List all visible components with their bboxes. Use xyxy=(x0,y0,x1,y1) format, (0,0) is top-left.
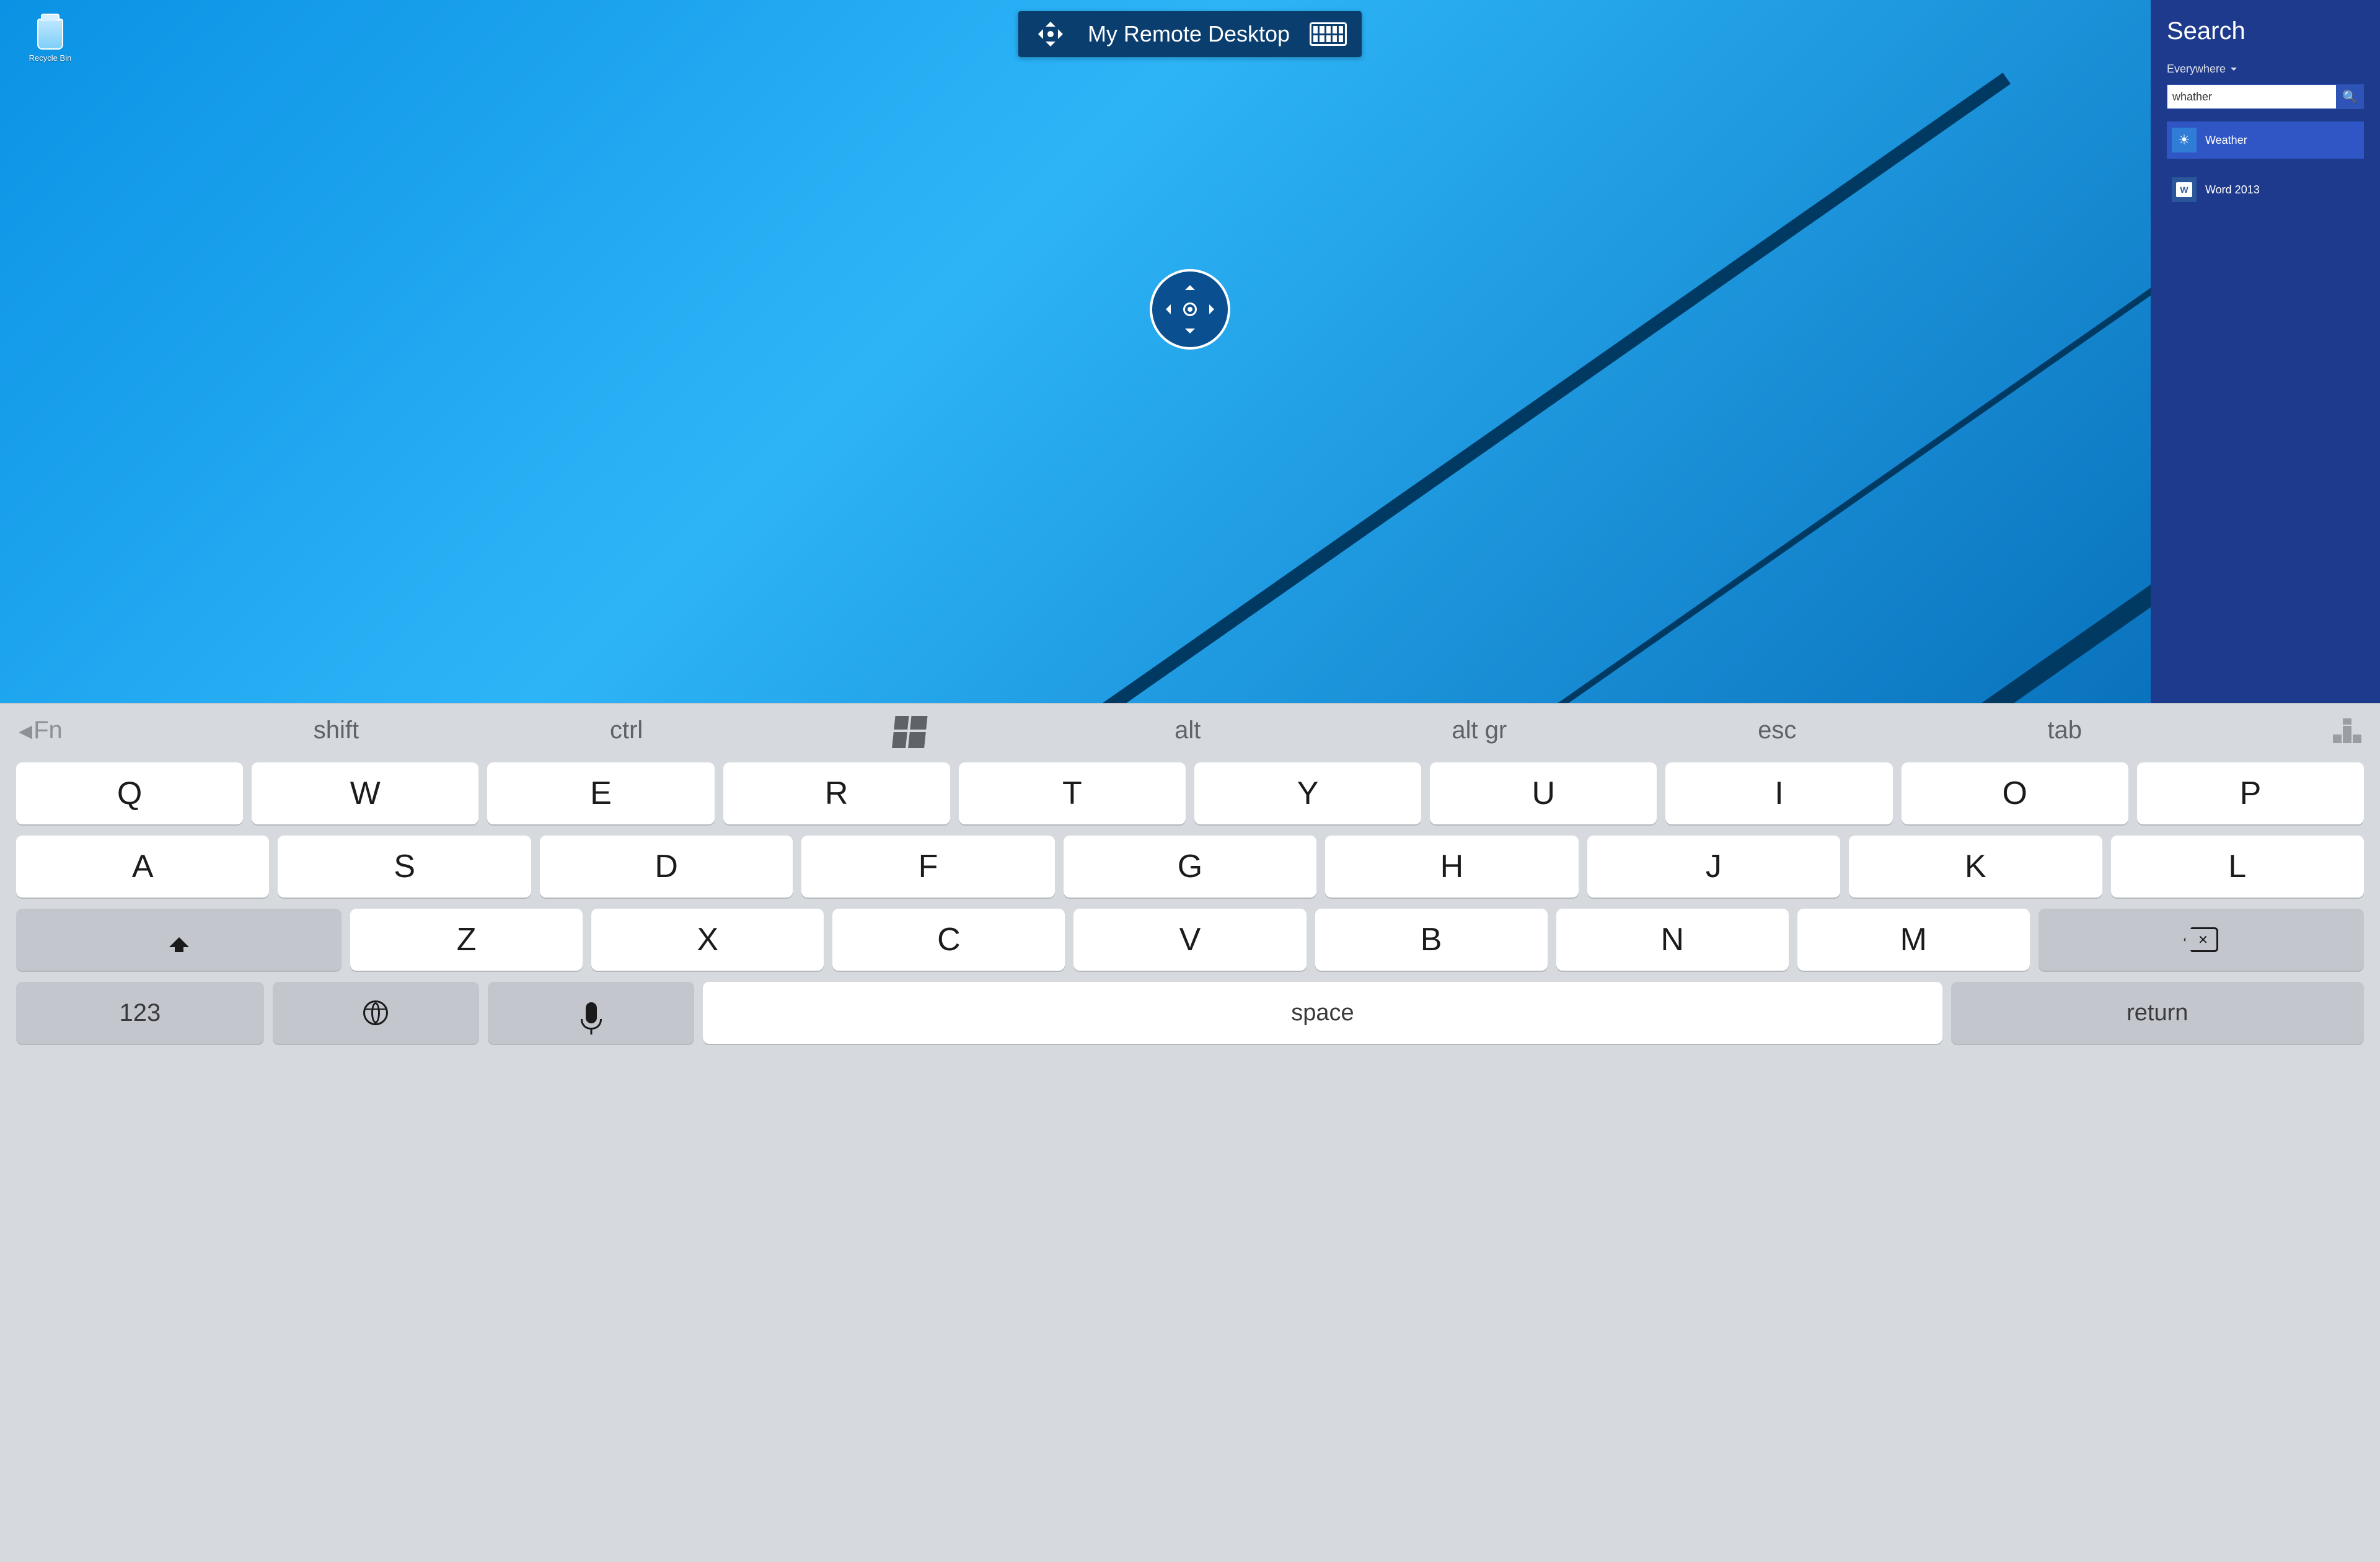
alt-modifier[interactable]: alt xyxy=(1168,714,1207,747)
globe-key[interactable] xyxy=(273,982,479,1044)
chevron-down-icon xyxy=(2231,68,2237,74)
globe-icon xyxy=(363,1000,388,1025)
key-a[interactable]: A xyxy=(16,836,269,898)
key-l[interactable]: L xyxy=(2111,836,2364,898)
key-d[interactable]: D xyxy=(540,836,793,898)
caret-left-icon: ◂ xyxy=(19,715,32,746)
key-row-4: 123 space return xyxy=(16,982,2364,1044)
key-r[interactable]: R xyxy=(723,762,950,824)
key-z[interactable]: Z xyxy=(350,909,583,971)
search-input[interactable] xyxy=(2167,84,2337,109)
esc-key[interactable]: esc xyxy=(1752,714,1802,747)
remote-desktop-viewport[interactable]: Recycle Bin My Remote Desktop Search Eve… xyxy=(0,0,2380,703)
key-b[interactable]: B xyxy=(1315,909,1548,971)
key-k[interactable]: K xyxy=(1849,836,2102,898)
onscreen-keyboard: ◂ Fn shift ctrl alt alt gr esc tab Q W E… xyxy=(0,703,2380,1562)
recycle-bin-desktop-icon[interactable]: Recycle Bin xyxy=(29,19,72,63)
key-e[interactable]: E xyxy=(487,762,714,824)
numbers-key[interactable]: 123 xyxy=(16,982,264,1044)
wallpaper-stripe xyxy=(621,73,2011,703)
word-app-icon: W xyxy=(2172,177,2197,202)
key-c[interactable]: C xyxy=(832,909,1065,971)
recycle-bin-label: Recycle Bin xyxy=(29,53,72,63)
windows-logo-icon xyxy=(892,716,925,746)
search-result-label: Word 2013 xyxy=(2205,183,2260,196)
search-icon: 🔍 xyxy=(2342,90,2358,104)
key-y[interactable]: Y xyxy=(1194,762,1421,824)
search-result-word[interactable]: W Word 2013 xyxy=(2167,171,2364,208)
modifier-row: ◂ Fn shift ctrl alt alt gr esc tab xyxy=(0,704,2380,755)
altgr-modifier[interactable]: alt gr xyxy=(1445,714,1513,747)
connection-title: My Remote Desktop xyxy=(1088,21,1290,47)
key-row-1: Q W E R T Y U I O P xyxy=(16,762,2364,824)
pan-controls-icon[interactable] xyxy=(1033,17,1068,51)
key-m[interactable]: M xyxy=(1797,909,2030,971)
key-x[interactable]: X xyxy=(591,909,824,971)
search-scope-dropdown[interactable]: Everywhere xyxy=(2167,63,2364,76)
space-key[interactable]: space xyxy=(703,982,1942,1044)
letter-key-rows: Q W E R T Y U I O P A S D F G H J K L xyxy=(0,755,2380,1562)
cursor-dpad[interactable] xyxy=(1150,269,1230,350)
extra-keys-toggle[interactable] xyxy=(2327,716,2368,746)
search-heading: Search xyxy=(2167,17,2364,45)
shift-modifier[interactable]: shift xyxy=(307,714,365,747)
windows-key[interactable] xyxy=(888,713,930,748)
key-i[interactable]: I xyxy=(1665,762,1892,824)
trash-icon xyxy=(37,19,63,50)
remote-desktop-toolbar[interactable]: My Remote Desktop xyxy=(1018,11,1362,57)
ctrl-modifier[interactable]: ctrl xyxy=(604,714,649,747)
key-o[interactable]: O xyxy=(1902,762,2128,824)
key-w[interactable]: W xyxy=(252,762,478,824)
backspace-key[interactable] xyxy=(2038,909,2364,971)
key-g[interactable]: G xyxy=(1064,836,1316,898)
key-u[interactable]: U xyxy=(1430,762,1657,824)
tab-key[interactable]: tab xyxy=(2041,714,2088,747)
search-box: 🔍 xyxy=(2167,84,2364,109)
key-n[interactable]: N xyxy=(1556,909,1789,971)
key-v[interactable]: V xyxy=(1073,909,1306,971)
key-p[interactable]: P xyxy=(2137,762,2364,824)
search-button[interactable]: 🔍 xyxy=(2337,84,2364,109)
keyboard-toggle-icon[interactable] xyxy=(1310,22,1347,46)
blocks-icon xyxy=(2333,718,2361,743)
weather-app-icon: ☀ xyxy=(2172,128,2197,152)
key-s[interactable]: S xyxy=(278,836,531,898)
key-f[interactable]: F xyxy=(801,836,1054,898)
shift-key[interactable] xyxy=(16,909,342,971)
search-scope-label: Everywhere xyxy=(2167,63,2226,76)
key-t[interactable]: T xyxy=(959,762,1186,824)
return-key[interactable]: return xyxy=(1951,982,2364,1044)
key-j[interactable]: J xyxy=(1587,836,1840,898)
windows-search-charm: Search Everywhere 🔍 ☀ Weather W Word 201… xyxy=(2151,0,2380,703)
search-result-weather[interactable]: ☀ Weather xyxy=(2167,121,2364,159)
microphone-icon xyxy=(586,1002,597,1023)
key-row-3: Z X C V B N M xyxy=(16,909,2364,971)
key-h[interactable]: H xyxy=(1325,836,1578,898)
key-q[interactable]: Q xyxy=(16,762,243,824)
backspace-icon xyxy=(2184,927,2218,952)
dictation-key[interactable] xyxy=(488,982,694,1044)
shift-arrow-icon xyxy=(167,927,192,952)
fn-toggle[interactable]: ◂ Fn xyxy=(12,712,69,749)
key-row-2: A S D F G H J K L xyxy=(16,836,2364,898)
fn-label: Fn xyxy=(33,717,63,744)
search-result-label: Weather xyxy=(2205,134,2247,147)
